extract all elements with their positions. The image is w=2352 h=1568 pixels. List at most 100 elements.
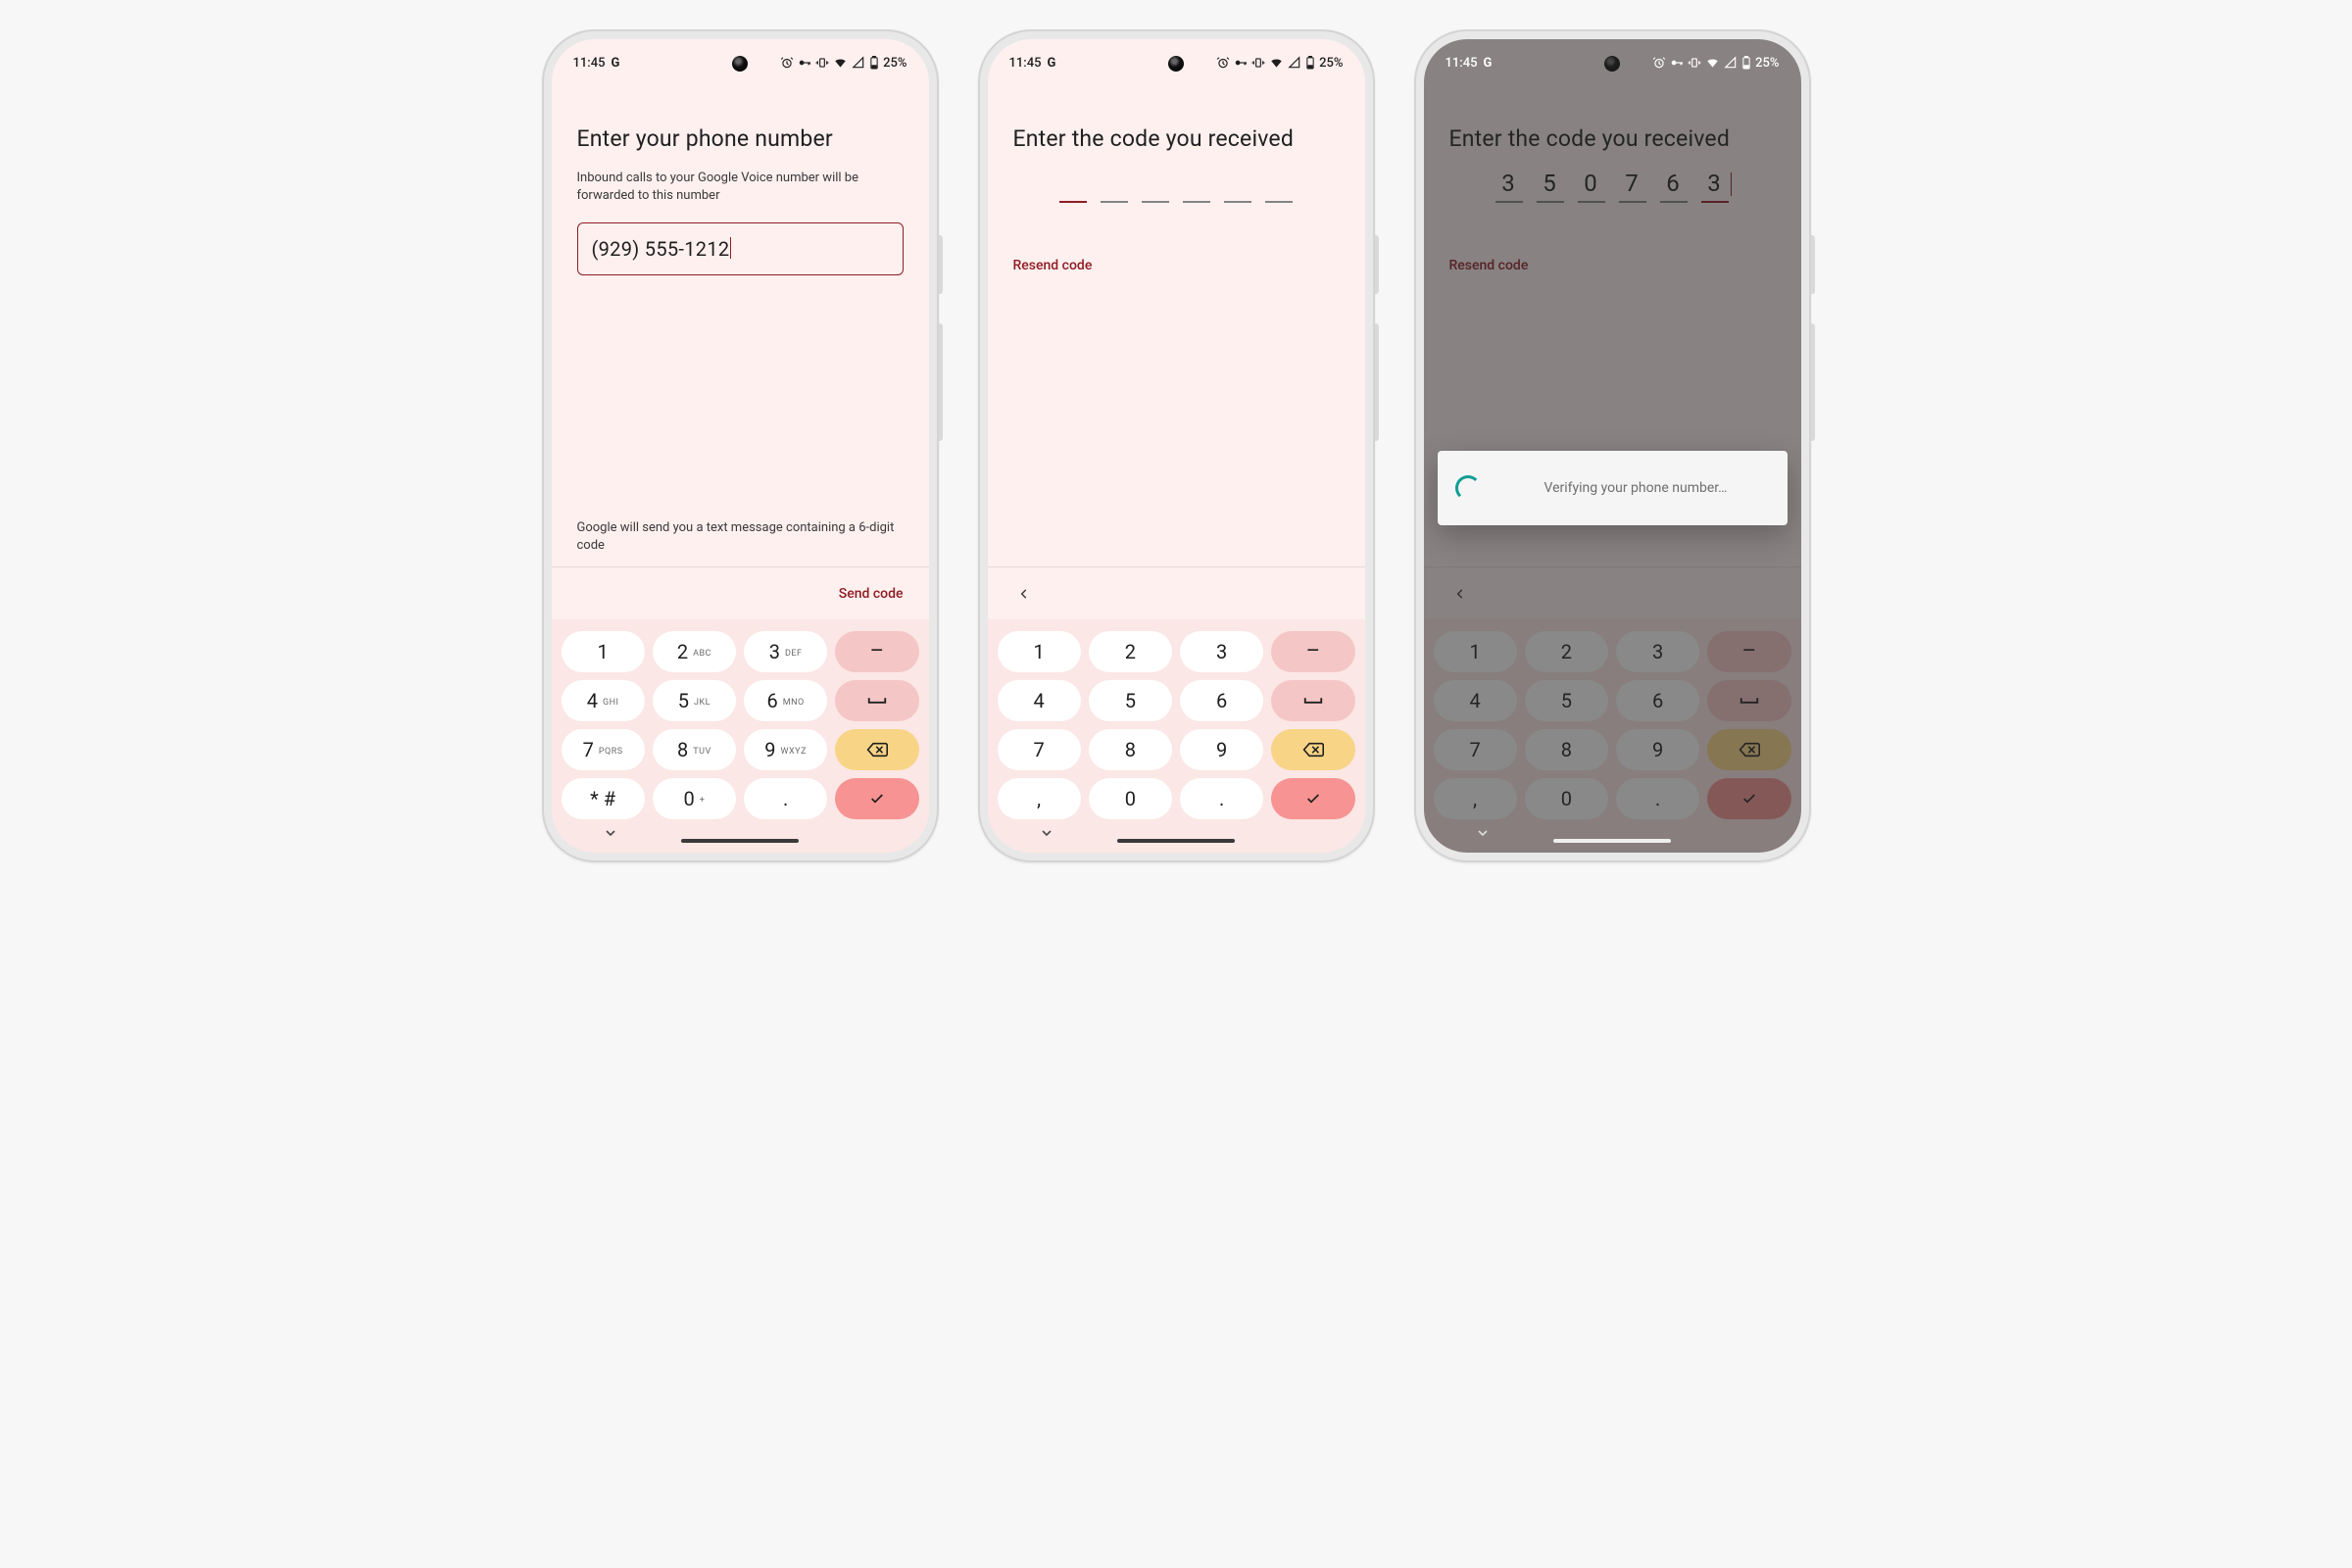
- page-subtitle: Inbound calls to your Google Voice numbe…: [577, 170, 904, 205]
- verification-code-input[interactable]: 350763: [1449, 170, 1776, 203]
- navigation-home-bar[interactable]: [1117, 839, 1235, 843]
- key-2[interactable]: 2: [1525, 631, 1608, 672]
- key-9[interactable]: 9: [1180, 729, 1263, 770]
- code-digit-4[interactable]: 7: [1619, 170, 1646, 203]
- cell-signal-icon: [1288, 56, 1301, 70]
- info-text: Google will send you a text message cont…: [577, 519, 904, 555]
- code-digit-3[interactable]: [1142, 170, 1169, 203]
- key-0[interactable]: 0+: [653, 778, 736, 819]
- page-title: Enter the code you received: [1013, 125, 1340, 152]
- code-digit-5[interactable]: [1224, 170, 1251, 203]
- code-digit-2[interactable]: 5: [1537, 170, 1564, 203]
- key-1[interactable]: 1: [998, 631, 1081, 672]
- collapse-keyboard-button[interactable]: [601, 823, 620, 843]
- key-[interactable]: .: [744, 778, 827, 819]
- alarm-icon: [1216, 56, 1230, 70]
- key-4[interactable]: 4: [1434, 680, 1517, 721]
- key-8[interactable]: 8: [1525, 729, 1608, 770]
- navigation-home-bar[interactable]: [1553, 839, 1671, 843]
- collapse-keyboard-button[interactable]: [1473, 823, 1493, 843]
- status-icons: 25%: [1652, 56, 1779, 71]
- action-bar: [1424, 566, 1801, 619]
- verification-code-input[interactable]: [1013, 170, 1340, 203]
- key-backspace[interactable]: [1707, 729, 1790, 770]
- status-icons: 25%: [780, 56, 906, 71]
- back-button[interactable]: [1449, 583, 1471, 605]
- code-digit-3[interactable]: 0: [1578, 170, 1605, 203]
- key-2[interactable]: 2ABC: [653, 631, 736, 672]
- code-digit-4[interactable]: [1183, 170, 1210, 203]
- code-digit-5[interactable]: 6: [1660, 170, 1688, 203]
- cell-signal-icon: [852, 56, 865, 70]
- code-digit-6[interactable]: [1265, 170, 1293, 203]
- alarm-icon: [780, 56, 794, 70]
- alarm-icon: [1652, 56, 1666, 70]
- key-submit[interactable]: [1707, 778, 1790, 819]
- key-[interactable]: ,: [998, 778, 1081, 819]
- key-backspace[interactable]: [1271, 729, 1354, 770]
- key-0[interactable]: 0: [1089, 778, 1172, 819]
- key-dash[interactable]: –: [835, 631, 918, 672]
- code-digit-6[interactable]: 3: [1701, 170, 1729, 203]
- key-submit[interactable]: [835, 778, 918, 819]
- content-area: Enter the code you received Resend code: [988, 86, 1365, 566]
- key-3[interactable]: 3DEF: [744, 631, 827, 672]
- key-7[interactable]: 7: [1434, 729, 1517, 770]
- resend-code-button[interactable]: Resend code: [1013, 258, 1340, 273]
- navigation-home-bar[interactable]: [681, 839, 799, 843]
- key-space[interactable]: [1707, 680, 1790, 721]
- key-0[interactable]: 0: [1525, 778, 1608, 819]
- verifying-dialog: Verifying your phone number…: [1438, 451, 1788, 525]
- collapse-keyboard-button[interactable]: [1037, 823, 1056, 843]
- modal-scrim: [1424, 39, 1801, 853]
- code-digit-1[interactable]: [1059, 170, 1087, 203]
- resend-code-button[interactable]: Resend code: [1449, 258, 1776, 273]
- key-dash[interactable]: –: [1707, 631, 1790, 672]
- key-[interactable]: .: [1180, 778, 1263, 819]
- key-3[interactable]: 3: [1616, 631, 1699, 672]
- key-5[interactable]: 5: [1525, 680, 1608, 721]
- numeric-keypad: 123– 456 789,0.: [1424, 619, 1801, 853]
- status-icons: 25%: [1216, 56, 1343, 71]
- phone-number-field[interactable]: (929) 555-1212: [577, 222, 904, 275]
- key-[interactable]: ,: [1434, 778, 1517, 819]
- back-button[interactable]: [1013, 583, 1035, 605]
- key-backspace[interactable]: [835, 729, 918, 770]
- key-[interactable]: .: [1616, 778, 1699, 819]
- key-space[interactable]: [835, 680, 918, 721]
- phone-number-value: (929) 555-1212: [592, 237, 730, 261]
- key-[interactable]: * #: [562, 778, 645, 819]
- send-code-button[interactable]: Send code: [839, 586, 904, 602]
- page-title: Enter the code you received: [1449, 125, 1776, 152]
- key-1[interactable]: 1: [562, 631, 645, 672]
- wifi-icon: [1705, 56, 1720, 70]
- key-1[interactable]: 1: [1434, 631, 1517, 672]
- screen-enter-phone: 11:45 G 25% Enter your phone number Inbo…: [552, 39, 929, 853]
- key-4[interactable]: 4GHI: [562, 680, 645, 721]
- key-5[interactable]: 5JKL: [653, 680, 736, 721]
- key-7[interactable]: 7PQRS: [562, 729, 645, 770]
- key-6[interactable]: 6MNO: [744, 680, 827, 721]
- key-9[interactable]: 9: [1616, 729, 1699, 770]
- key-submit[interactable]: [1271, 778, 1354, 819]
- key-dash[interactable]: –: [1271, 631, 1354, 672]
- key-9[interactable]: 9WXYZ: [744, 729, 827, 770]
- numeric-keypad: 12ABC3DEF– 4GHI5JKL6MNO 7PQRS8TUV9WXYZ * #0…: [552, 619, 929, 853]
- key-4[interactable]: 4: [998, 680, 1081, 721]
- key-7[interactable]: 7: [998, 729, 1081, 770]
- key-2[interactable]: 2: [1089, 631, 1172, 672]
- front-camera: [732, 56, 748, 72]
- key-6[interactable]: 6: [1616, 680, 1699, 721]
- key-8[interactable]: 8: [1089, 729, 1172, 770]
- key-6[interactable]: 6: [1180, 680, 1263, 721]
- code-digit-2[interactable]: [1101, 170, 1128, 203]
- key-space[interactable]: [1271, 680, 1354, 721]
- device-2: 11:45 G 25% Enter the code you received …: [978, 29, 1375, 862]
- code-digit-1[interactable]: 3: [1495, 170, 1523, 203]
- key-5[interactable]: 5: [1089, 680, 1172, 721]
- key-3[interactable]: 3: [1180, 631, 1263, 672]
- front-camera: [1168, 56, 1184, 72]
- status-time: 11:45: [573, 56, 606, 71]
- vpn-key-icon: [1670, 56, 1684, 70]
- key-8[interactable]: 8TUV: [653, 729, 736, 770]
